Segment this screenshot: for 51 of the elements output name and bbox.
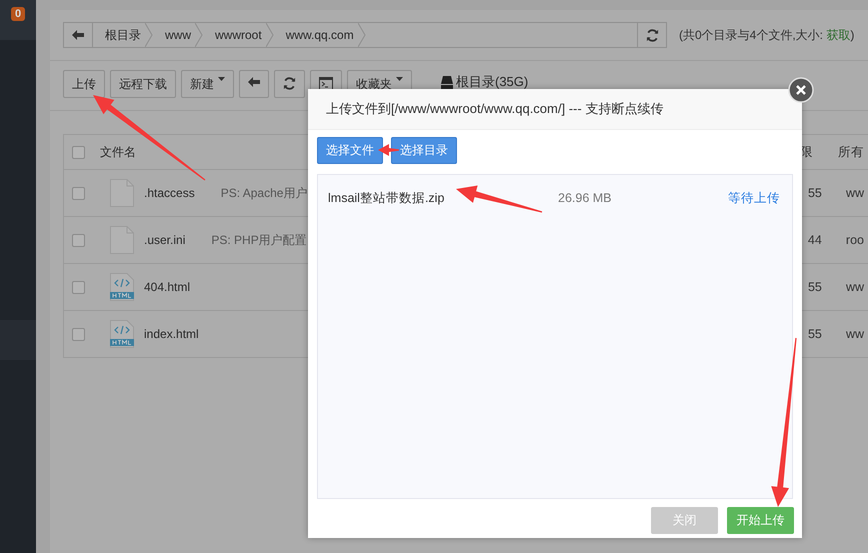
pick-button[interactable]: 选择目录: [391, 137, 457, 164]
dialog-title: 上传文件到[/www/wwwroot/www.qq.com/] --- 支持断点续传: [326, 100, 664, 118]
breadcrumb-item[interactable]: www.qq.com: [274, 28, 358, 42]
caret-icon: [218, 77, 225, 81]
toolbar-button[interactable]: 远程下载: [110, 70, 176, 98]
refresh-button[interactable]: [274, 70, 305, 98]
caret-icon: [396, 77, 403, 81]
owner-cell-text: roo: [846, 233, 865, 247]
file-name[interactable]: index.html: [144, 327, 199, 341]
owner-cell-text: ww: [846, 327, 865, 341]
close-icon[interactable]: [788, 77, 814, 103]
file-note: PS: PHP用户配置: [211, 232, 307, 248]
refresh-icon: [283, 77, 296, 90]
file-note: PS: Apache用户: [220, 184, 308, 202]
html-file-icon: [110, 273, 134, 301]
directory-summary: (共0个目录与4个文件,大小: 获取): [679, 26, 854, 44]
dropdown-button[interactable]: 新建: [181, 70, 234, 98]
file-name[interactable]: .user.ini: [144, 233, 186, 247]
row-checkbox[interactable]: [72, 234, 85, 246]
select-all-checkbox[interactable]: [72, 146, 85, 158]
file-name[interactable]: 404.html: [144, 280, 190, 294]
notification-badge: 0: [10, 7, 26, 21]
file-name[interactable]: .htaccess: [144, 186, 195, 200]
row-checkbox[interactable]: [72, 186, 85, 200]
permission-cell-text: 55: [808, 186, 823, 200]
html-file-icon: [110, 320, 134, 348]
pick-button[interactable]: 选择文件: [317, 137, 383, 164]
column-header[interactable]: 所有: [838, 144, 868, 160]
disk-label: 根目录(35G): [456, 75, 528, 89]
refresh-icon: [646, 28, 658, 42]
breadcrumb-item[interactable]: 根目录: [93, 26, 145, 44]
toolbar-button[interactable]: 上传: [63, 70, 105, 98]
disk-icon: [441, 76, 453, 88]
upload-file-name: lmsail整站带数据.zip: [328, 190, 444, 204]
breadcrumb-item[interactable]: www: [153, 28, 195, 42]
row-checkbox[interactable]: [72, 328, 85, 340]
owner-cell-text: ww: [846, 280, 865, 294]
owner-cell-text: ww: [846, 186, 865, 200]
annotation-arrow: [378, 144, 399, 156]
permission-cell-text: 55: [808, 280, 823, 294]
breadcrumb-item[interactable]: wwwroot: [203, 28, 266, 42]
row-checkbox[interactable]: [72, 280, 85, 294]
permission-cell-text: 55: [808, 327, 823, 341]
terminal-icon: [319, 77, 333, 90]
permission-cell-text: 44: [808, 233, 823, 247]
column-header[interactable]: 文件名: [100, 144, 136, 158]
upload-file-size: 26.96 MB: [558, 191, 613, 205]
back-arrow-icon: [248, 77, 260, 87]
back-button[interactable]: [239, 70, 269, 98]
upload-status: 等待上传: [728, 190, 780, 206]
back-arrow-icon: [72, 30, 84, 40]
